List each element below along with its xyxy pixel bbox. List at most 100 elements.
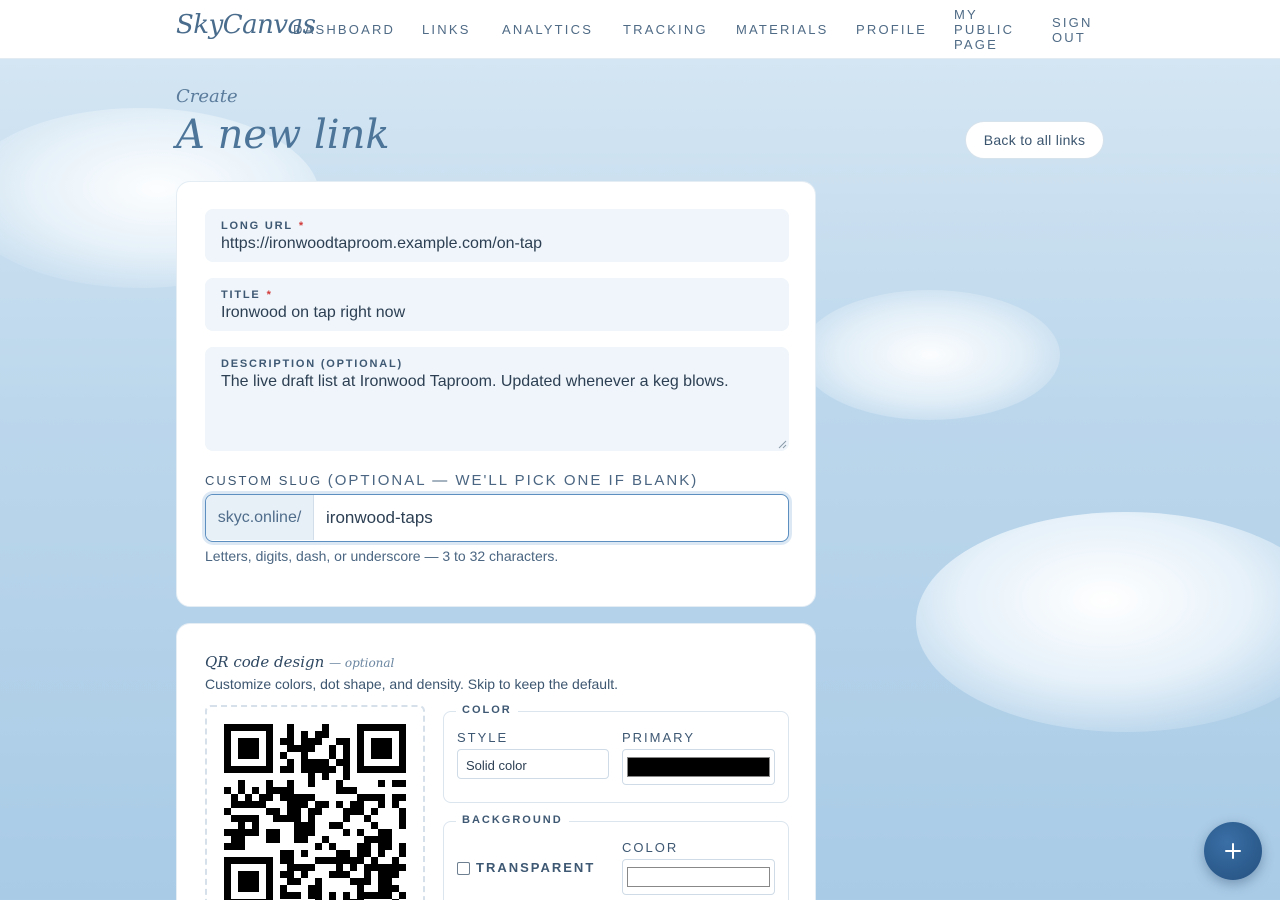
qr-module — [252, 822, 259, 829]
style-select[interactable]: Solid color — [457, 749, 609, 779]
slug-field[interactable]: skyc.online/ ironwood-taps — [205, 494, 789, 542]
qr-module — [231, 836, 238, 843]
qr-module — [378, 794, 385, 801]
qr-module — [392, 864, 399, 871]
qr-module — [378, 878, 385, 885]
qr-module — [294, 801, 301, 808]
qr-module — [231, 829, 238, 836]
qr-module — [392, 857, 399, 864]
qr-module — [308, 815, 315, 822]
qr-module — [378, 864, 385, 871]
qr-module — [287, 864, 294, 871]
nav-links[interactable]: LINKS — [422, 22, 471, 37]
qr-module — [238, 738, 259, 759]
background-color-picker[interactable] — [622, 859, 775, 895]
qr-module — [301, 822, 308, 829]
qr-module — [357, 801, 364, 808]
qr-module — [266, 787, 273, 794]
qr-module — [343, 745, 350, 752]
qr-module — [315, 759, 322, 766]
qr-module — [280, 815, 287, 822]
qr-module — [308, 892, 315, 899]
transparent-label[interactable]: TRANSPARENT — [476, 860, 595, 875]
qr-module — [301, 836, 308, 843]
qr-module — [371, 794, 378, 801]
qr-module — [385, 843, 392, 850]
qr-title-sub: — optional — [329, 656, 395, 670]
qr-module — [392, 794, 399, 801]
qr-module — [392, 885, 399, 892]
qr-module — [350, 857, 357, 864]
qr-module — [301, 752, 308, 759]
qr-module — [287, 731, 294, 738]
qr-module — [343, 759, 350, 766]
cloud-decoration — [800, 290, 1060, 420]
description-textarea[interactable]: The live draft list at Ironwood Taproom.… — [221, 373, 729, 391]
qr-module — [287, 871, 294, 878]
title-input[interactable]: Ironwood on tap right now — [221, 304, 405, 322]
qr-module — [287, 766, 294, 773]
qr-module — [399, 892, 406, 899]
resize-handle-icon[interactable] — [777, 439, 787, 449]
nav-dashboard[interactable]: DASHBOARD — [293, 22, 395, 37]
qr-module — [308, 808, 315, 815]
title-field[interactable]: TITLE * Ironwood on tap right now — [205, 278, 789, 331]
slug-label-text: CUSTOM SLUG — [205, 473, 323, 488]
qr-module — [315, 808, 322, 815]
qr-module — [399, 780, 406, 787]
qr-module — [329, 892, 336, 899]
qr-module — [343, 808, 350, 815]
back-to-links-button[interactable]: Back to all links — [965, 121, 1104, 159]
qr-module — [385, 864, 392, 871]
qr-module — [357, 885, 364, 892]
description-field[interactable]: DESCRIPTION (OPTIONAL) The live draft li… — [205, 347, 789, 451]
qr-module — [287, 780, 294, 787]
qr-section-title: QR code design — optional — [205, 653, 394, 671]
create-fab-button[interactable] — [1204, 822, 1262, 880]
description-label: DESCRIPTION (OPTIONAL) — [221, 358, 403, 370]
qr-module — [322, 773, 329, 780]
qr-module — [329, 766, 336, 773]
qr-module — [231, 815, 238, 822]
qr-module — [378, 829, 385, 836]
page-eyebrow: Create — [176, 86, 238, 107]
qr-module — [399, 843, 406, 850]
nav-tracking[interactable]: TRACKING — [623, 22, 708, 37]
slug-input[interactable]: ironwood-taps — [326, 508, 433, 528]
primary-color-picker[interactable] — [622, 749, 775, 785]
nav-profile[interactable]: PROFILE — [856, 22, 927, 37]
qr-module — [385, 885, 392, 892]
qr-module — [343, 829, 350, 836]
qr-module — [343, 815, 350, 822]
qr-module — [273, 836, 280, 843]
qr-module — [322, 759, 329, 766]
qr-module — [294, 864, 301, 871]
qr-module — [238, 829, 245, 836]
qr-module — [315, 843, 322, 850]
qr-module — [308, 822, 315, 829]
nav-analytics[interactable]: ANALYTICS — [502, 22, 593, 37]
qr-module — [287, 857, 294, 864]
nav-materials[interactable]: MATERIALS — [736, 22, 829, 37]
qr-module — [322, 731, 329, 738]
qr-module — [385, 836, 392, 843]
long-url-field[interactable]: LONG URL * https://ironwoodtaproom.exampl… — [205, 209, 789, 262]
qr-module — [315, 878, 322, 885]
long-url-input[interactable]: https://ironwoodtaproom.example.com/on-t… — [221, 235, 542, 253]
background-color-label: COLOR — [622, 840, 679, 855]
nav-sign-out[interactable]: SIGN OUT — [1052, 15, 1093, 45]
qr-color-fieldset: COLOR STYLE Solid color PRIMARY — [443, 704, 789, 803]
qr-module — [329, 857, 336, 864]
qr-module — [301, 829, 308, 836]
qr-module — [364, 794, 371, 801]
qr-module — [252, 815, 259, 822]
qr-module — [266, 808, 273, 815]
qr-background-fieldset: BACKGROUND TRANSPARENT COLOR — [443, 814, 789, 900]
background-color-swatch — [627, 867, 770, 887]
qr-module — [280, 787, 287, 794]
nav-my-public-page[interactable]: MY PUBLIC PAGE — [954, 7, 1014, 52]
slug-label: CUSTOM SLUG (OPTIONAL — WE'LL PICK ONE I… — [205, 472, 698, 489]
qr-module — [301, 850, 308, 857]
transparent-checkbox[interactable] — [457, 862, 470, 875]
qr-module — [315, 892, 322, 899]
